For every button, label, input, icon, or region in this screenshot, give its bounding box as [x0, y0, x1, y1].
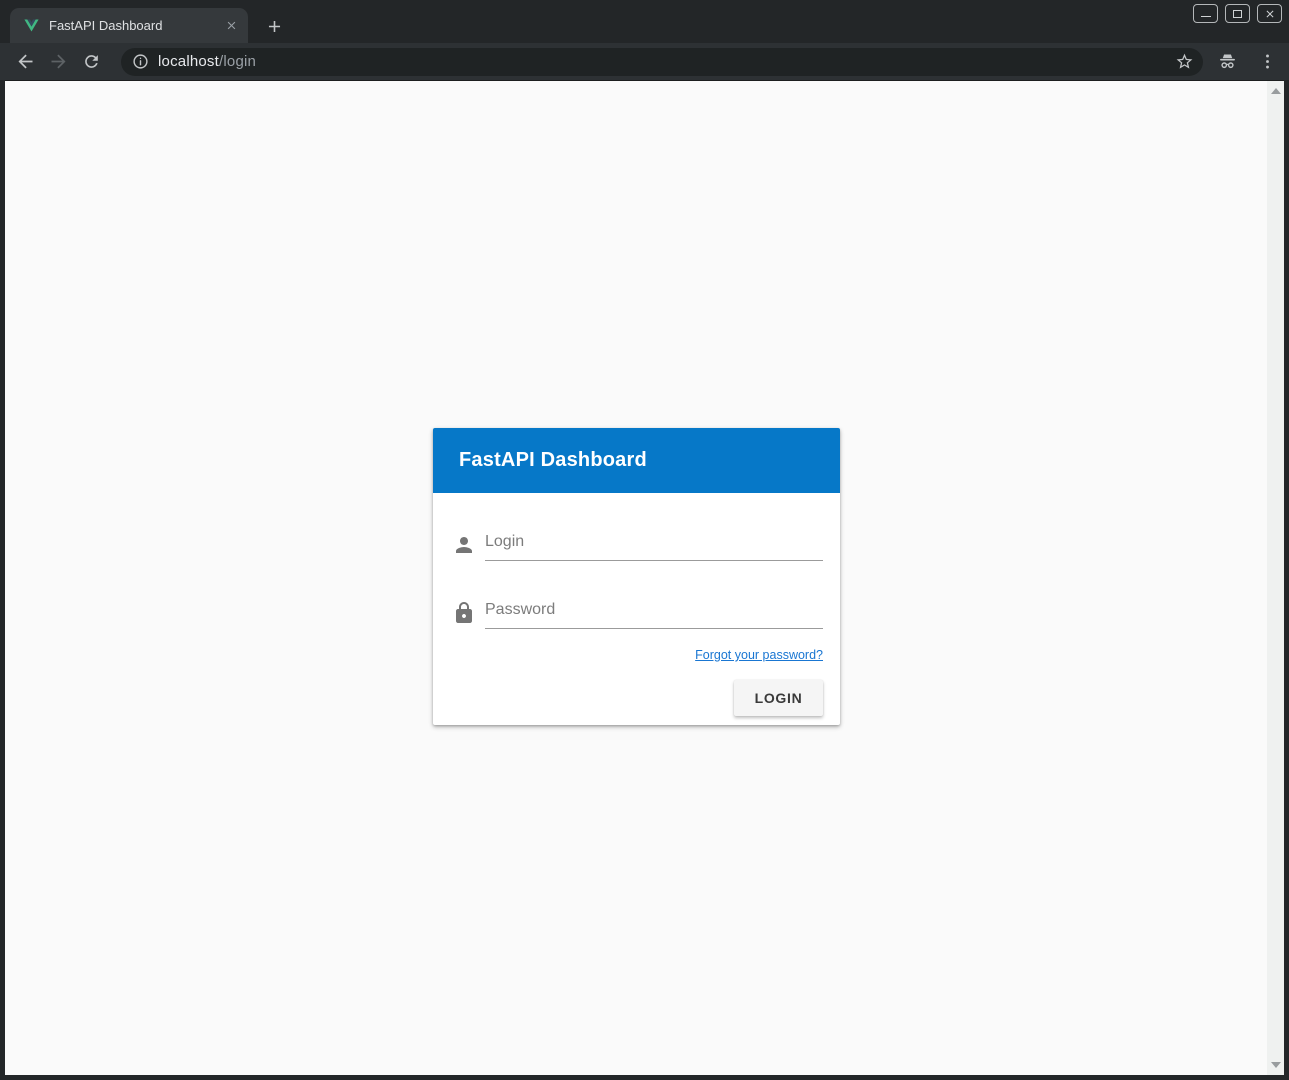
- back-button[interactable]: [12, 49, 38, 75]
- back-arrow-icon: [15, 51, 36, 72]
- minimize-icon: [1201, 16, 1211, 17]
- tab-title: FastAPI Dashboard: [49, 18, 223, 33]
- plus-icon: [265, 17, 284, 36]
- vue-logo-icon: [23, 17, 40, 34]
- url-text[interactable]: localhost/login: [158, 53, 1173, 70]
- login-card: FastAPI Dashboard: [433, 428, 840, 725]
- bookmark-star-button[interactable]: [1173, 51, 1195, 73]
- star-icon: [1175, 52, 1194, 71]
- address-bar[interactable]: localhost/login: [121, 48, 1203, 76]
- card-header: FastAPI Dashboard: [433, 428, 840, 493]
- scroll-up-icon[interactable]: [1271, 88, 1281, 94]
- reload-button[interactable]: [78, 49, 104, 75]
- incognito-icon: [1217, 51, 1238, 72]
- password-input[interactable]: [485, 597, 823, 628]
- card-actions: LOGIN: [452, 680, 823, 716]
- close-icon: [1264, 8, 1276, 20]
- tab-strip: FastAPI Dashboard: [0, 0, 1289, 43]
- forgot-password-row: Forgot your password?: [452, 646, 823, 664]
- browser-tab[interactable]: FastAPI Dashboard: [10, 8, 248, 43]
- login-input[interactable]: [485, 529, 823, 560]
- url-host: localhost: [158, 53, 219, 70]
- login-button[interactable]: LOGIN: [734, 680, 823, 716]
- maximize-icon: [1233, 10, 1242, 18]
- url-path: /login: [219, 53, 256, 70]
- reload-icon: [82, 52, 101, 71]
- minimize-button[interactable]: [1193, 4, 1218, 23]
- browser-window: FastAPI Dashboard: [0, 0, 1289, 1080]
- card-title: FastAPI Dashboard: [459, 449, 647, 472]
- page-viewport: FastAPI Dashboard: [5, 80, 1284, 1075]
- forward-arrow-icon: [48, 51, 69, 72]
- lock-icon: [452, 601, 476, 625]
- login-input-underline: [485, 529, 823, 561]
- info-icon[interactable]: [132, 53, 149, 70]
- scroll-down-icon[interactable]: [1271, 1062, 1281, 1068]
- password-field-row: [452, 597, 823, 629]
- forward-button[interactable]: [45, 49, 71, 75]
- incognito-indicator: [1215, 50, 1239, 74]
- password-input-underline: [485, 597, 823, 629]
- menu-dots-icon: [1258, 52, 1277, 71]
- toolbar-right: [1215, 50, 1279, 74]
- close-window-button[interactable]: [1257, 4, 1282, 23]
- tab-close-icon[interactable]: [223, 17, 240, 34]
- person-icon: [452, 533, 476, 557]
- window-controls: [1193, 4, 1282, 23]
- scrollbar[interactable]: [1267, 81, 1284, 1075]
- new-tab-button[interactable]: [262, 14, 286, 38]
- forgot-password-link[interactable]: Forgot your password?: [695, 648, 823, 662]
- browser-menu-button[interactable]: [1255, 50, 1279, 74]
- login-field-row: [452, 529, 823, 561]
- login-form: Forgot your password? LOGIN: [433, 493, 840, 725]
- maximize-button[interactable]: [1225, 4, 1250, 23]
- browser-toolbar: localhost/login: [0, 43, 1289, 80]
